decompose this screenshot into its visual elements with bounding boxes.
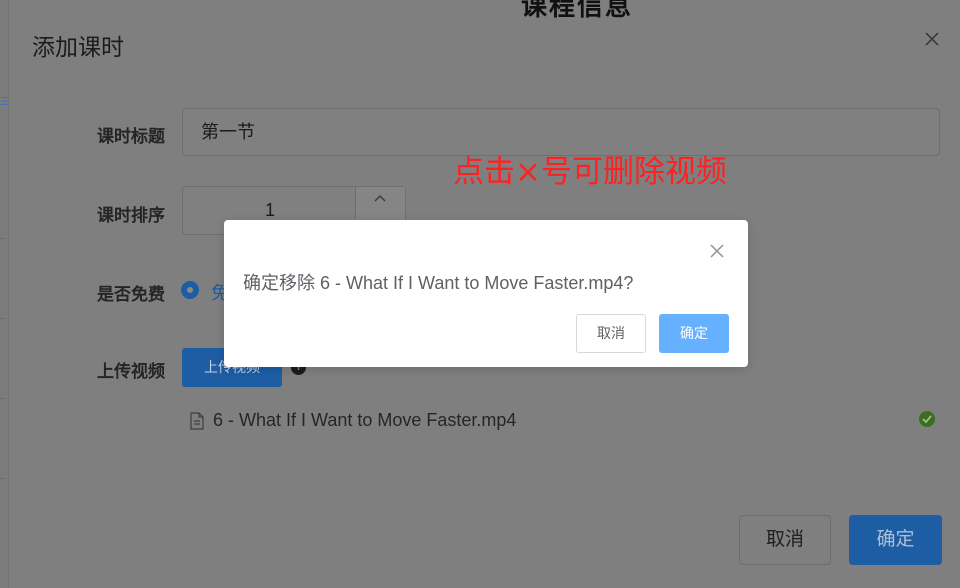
background-page-strip: ☰ (0, 0, 10, 588)
dialog-confirm-button[interactable]: 确定 (849, 515, 942, 565)
lesson-sort-label: 课时排序 (97, 206, 165, 225)
background-menu-icon: ☰ (0, 96, 10, 108)
uploaded-file-name: 6 - What If I Want to Move Faster.mp4 (213, 410, 517, 430)
background-divider (0, 478, 6, 479)
remove-confirm-box: 确定移除 6 - What If I Want to Move Faster.m… (224, 220, 748, 367)
uploaded-file-item[interactable]: 6 - What If I Want to Move Faster.mp4 (189, 408, 941, 434)
dialog-title: 添加课时 (32, 34, 124, 60)
close-icon[interactable] (921, 28, 943, 50)
lesson-title-label: 课时标题 (97, 127, 165, 146)
chevron-up-icon (374, 195, 386, 202)
confirm-ok-button[interactable]: 确定 (659, 314, 729, 353)
background-divider (0, 318, 6, 319)
confirm-cancel-button[interactable]: 取消 (576, 314, 646, 353)
annotation-text: 点击×号可删除视频 (453, 154, 727, 190)
confirm-message: 确定移除 6 - What If I Want to Move Faster.m… (243, 273, 634, 293)
stepper-increase-button[interactable] (355, 187, 405, 212)
upload-video-label: 上传视频 (97, 362, 165, 381)
free-radio[interactable] (181, 281, 199, 299)
close-icon[interactable] (708, 242, 726, 260)
check-circle-icon (919, 411, 935, 427)
background-page-title: 课程信息 (521, 0, 634, 22)
background-divider (0, 398, 6, 399)
document-icon (190, 412, 204, 430)
is-free-label: 是否免费 (97, 285, 165, 304)
background-divider (0, 238, 6, 239)
dialog-cancel-button[interactable]: 取消 (739, 515, 831, 565)
